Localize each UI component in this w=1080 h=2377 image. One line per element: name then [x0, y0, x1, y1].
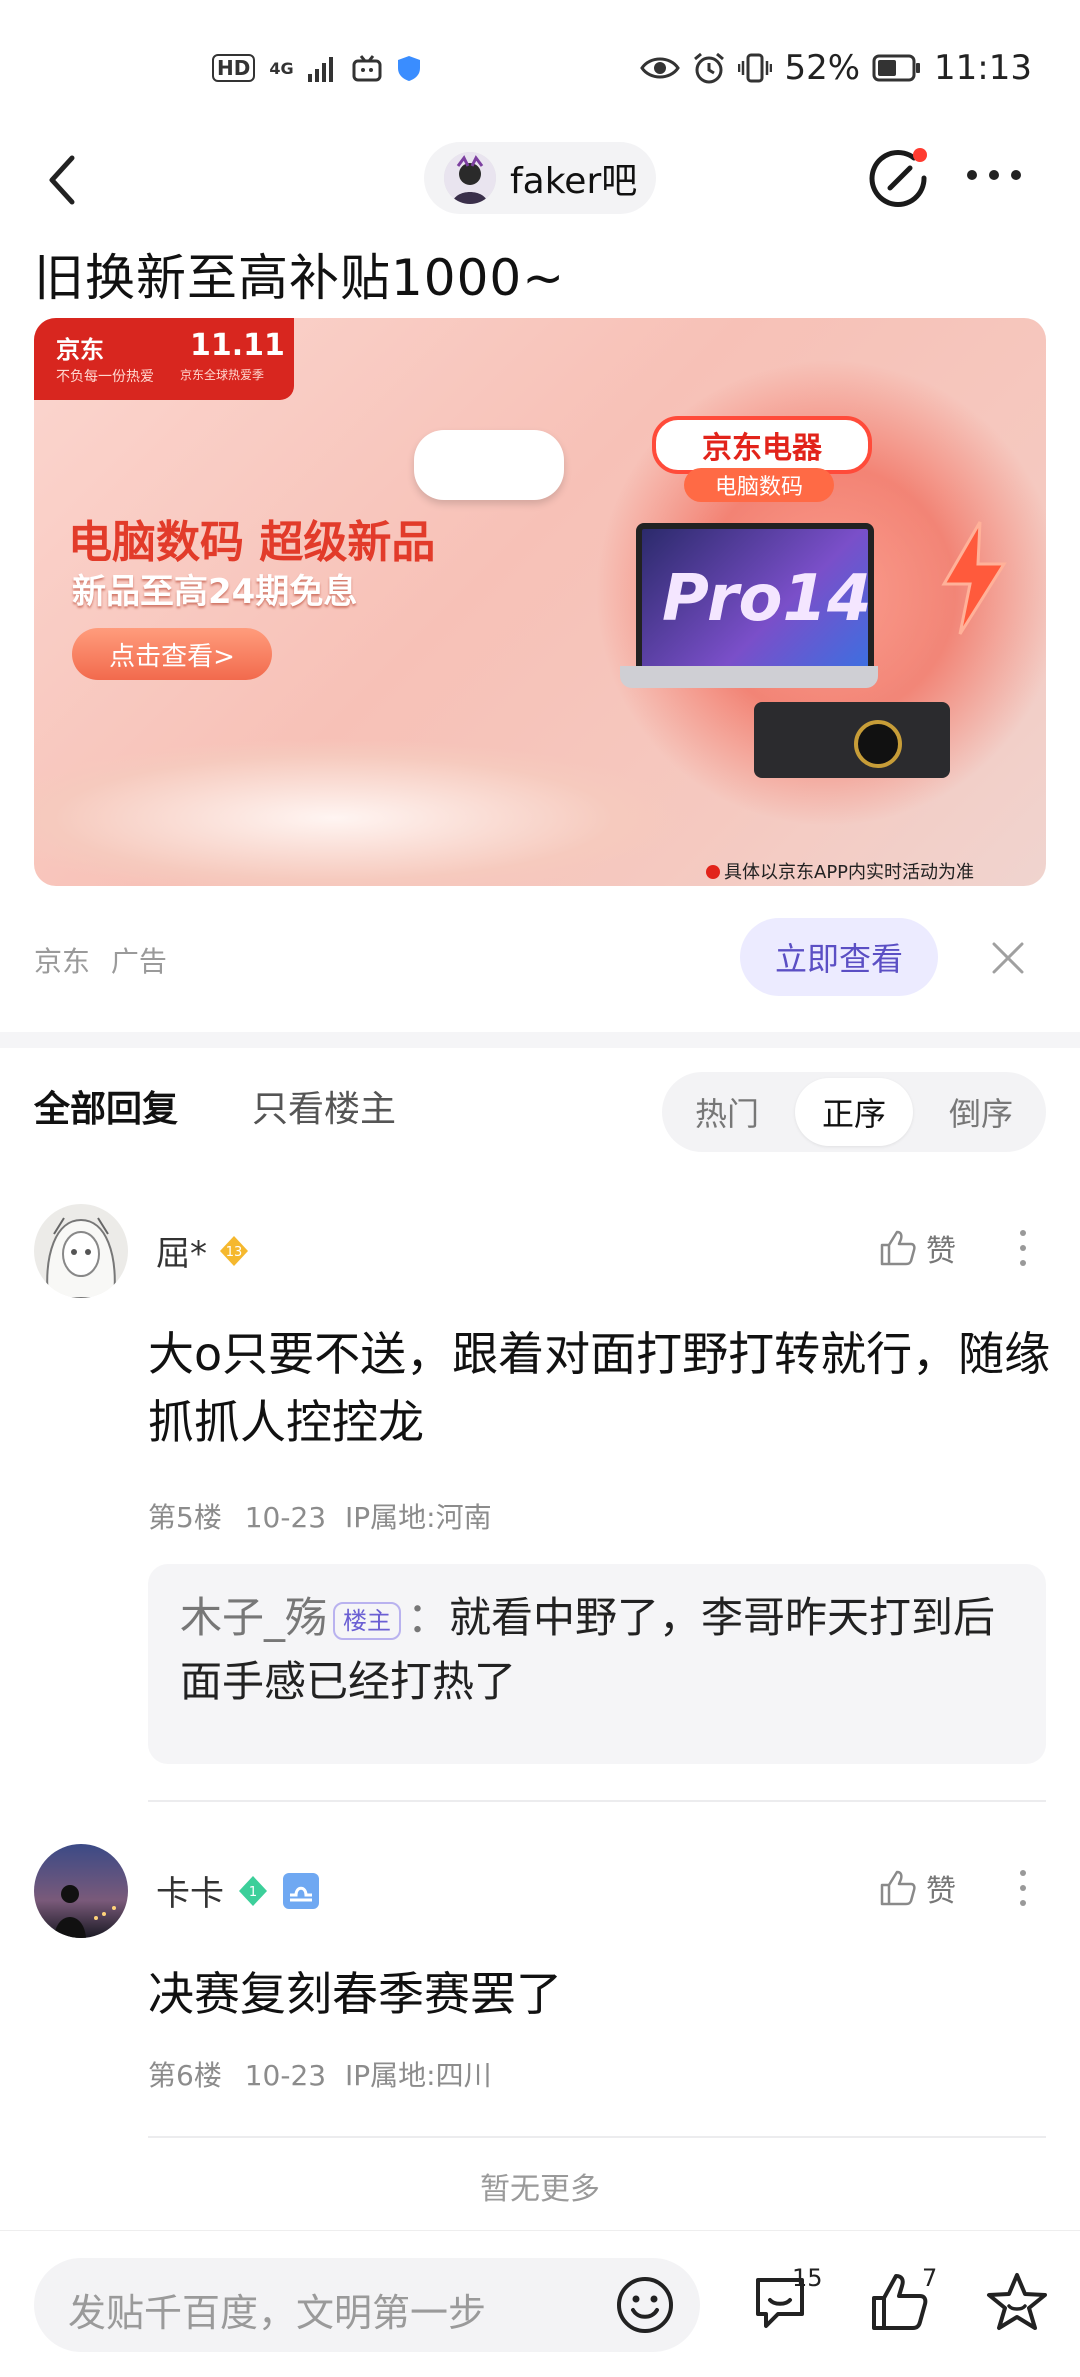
level-badge-icon: 13 [220, 1235, 248, 1266]
ad-event: 11.11 [190, 328, 285, 363]
sort-ascending[interactable]: 正序 [795, 1078, 913, 1146]
status-left-icons: HD 4G [212, 50, 422, 86]
post-date: 10-23 [244, 2059, 327, 2092]
forum-avatar [444, 152, 496, 204]
post-divider [148, 2136, 1046, 2138]
section-divider [0, 1032, 1080, 1048]
battery-icon [872, 54, 921, 82]
reply-username[interactable]: 木子_殇 [180, 1593, 327, 1642]
status-right-icons: 52% 11:13 [640, 46, 1032, 90]
tab-op-only[interactable]: 只看楼主 [252, 1080, 396, 1132]
forum-name: faker吧 [510, 161, 638, 202]
ad-store-tag: 京东电器 [652, 416, 872, 474]
like-label: 赞 [926, 1874, 956, 1909]
status-bar: HD 4G 52% 11:13 [0, 0, 1080, 130]
lightning-icon [941, 521, 1007, 635]
star-icon[interactable] [984, 2270, 1050, 2336]
zodiac-badge-icon [283, 1872, 319, 1909]
ad-view-button[interactable]: 立即查看 [740, 918, 938, 996]
emoji-icon[interactable] [614, 2274, 676, 2336]
ad-source: 京东 [34, 945, 91, 978]
post-content: 决赛复刻春季赛罢了 [148, 1967, 562, 2021]
ad-note-dot [706, 865, 720, 879]
ad-label: 广告 [110, 945, 167, 978]
level-badge-icon: 1 [239, 1875, 267, 1906]
tab-all-replies[interactable]: 全部回复 [34, 1080, 178, 1132]
avatar[interactable] [34, 1204, 128, 1298]
username[interactable]: 卡卡 [156, 1866, 224, 1915]
ad-platform-decoration [34, 738, 694, 886]
back-arrow-icon[interactable] [40, 150, 88, 210]
vr-headset-image [414, 430, 564, 500]
post-divider [148, 1800, 1046, 1802]
avatar[interactable] [34, 1844, 128, 1938]
comment-count: 15 [792, 2264, 823, 2292]
post-date: 10-23 [244, 1501, 327, 1534]
ad-category-tag: 电脑数码 [684, 468, 834, 502]
network-indicator: 4G [269, 58, 294, 78]
no-more-indicator: 暂无更多 [480, 2172, 600, 2207]
laptop-model-text: Pro14 [662, 562, 872, 636]
sort-descending[interactable]: 倒序 [922, 1078, 1040, 1146]
ad-brand-tagline: 不负每一份热爱 [56, 369, 154, 385]
level-number: 1 [249, 1885, 257, 1900]
floor-number: 第5楼 [148, 1501, 222, 1534]
like-label: 赞 [926, 1234, 956, 1269]
ad-cta-button[interactable]: 点击查看> [72, 628, 272, 680]
vibrate-icon [738, 53, 773, 83]
like-button[interactable]: 赞 [878, 1866, 956, 1910]
ad-banner[interactable]: 京东 不负每一份热爱 11.11 京东全球热爱季 电脑数码 超级新品 新品至高2… [34, 318, 1046, 886]
edit-post-icon[interactable] [866, 146, 932, 212]
post-ip: IP属地:河南 [345, 1501, 492, 1534]
projector-image [754, 702, 950, 778]
ad-subtitle: 新品至高24期免息 [72, 572, 358, 612]
eye-icon [640, 57, 681, 79]
ad-disclaimer: 具体以京东APP内实时活动为准 [724, 862, 975, 883]
shield-icon [397, 56, 420, 81]
more-options-icon[interactable] [964, 160, 1024, 190]
battery-percent: 52% [784, 48, 861, 88]
op-badge: 楼主 [333, 1601, 402, 1640]
kebab-menu-icon[interactable] [1018, 1868, 1028, 1908]
close-icon[interactable] [988, 938, 1028, 978]
thumbs-up-icon [880, 1230, 916, 1266]
tv-icon [352, 55, 382, 82]
floor-number: 第6楼 [148, 2059, 222, 2092]
sort-hot[interactable]: 热门 [668, 1078, 786, 1146]
ad-event-sub: 京东全球热爱季 [180, 368, 265, 382]
projector-lens [854, 720, 902, 768]
like-count: 7 [922, 2264, 938, 2292]
ad-brand: 京东 [56, 336, 104, 364]
compose-placeholder: 发贴千百度，文明第一步 [68, 2291, 487, 2335]
forum-title-pill[interactable]: faker吧 [424, 142, 656, 214]
post-ip: IP属地:四川 [345, 2059, 492, 2092]
laptop-base [620, 666, 878, 688]
hd-indicator: HD [212, 54, 256, 82]
post-content: 大o只要不送，跟着对面打野打转就行，随缘抓抓人控控龙 [148, 1327, 1051, 1449]
post-meta: 第6楼 10-23 IP属地:四川 [148, 2054, 492, 2094]
ad-meta: 京东 广告 [34, 940, 167, 980]
ad-title: 电脑数码 超级新品 [68, 517, 436, 568]
signal-icon [307, 57, 333, 82]
post-author-row: 卡卡 1 [156, 1866, 320, 1915]
sort-segmented-control: 热门 正序 倒序 [662, 1072, 1046, 1152]
level-number: 13 [226, 1245, 243, 1260]
reply-separator: ： [407, 1593, 450, 1642]
sub-reply: 木子_殇 楼主 ：就看中野了，李哥昨天打到后面手感已经打热了 [180, 1586, 1030, 1714]
thumbs-up-icon [880, 1870, 916, 1906]
post-headline: 旧换新至高补贴1000~ [34, 249, 566, 307]
post-author-row: 屈* 13 [156, 1226, 251, 1275]
username[interactable]: 屈* [156, 1226, 207, 1275]
like-button[interactable]: 赞 [878, 1226, 956, 1270]
clock: 11:13 [934, 48, 1032, 88]
post-meta: 第5楼 10-23 IP属地:河南 [148, 1496, 492, 1536]
alarm-icon [694, 52, 725, 84]
kebab-menu-icon[interactable] [1018, 1228, 1028, 1268]
